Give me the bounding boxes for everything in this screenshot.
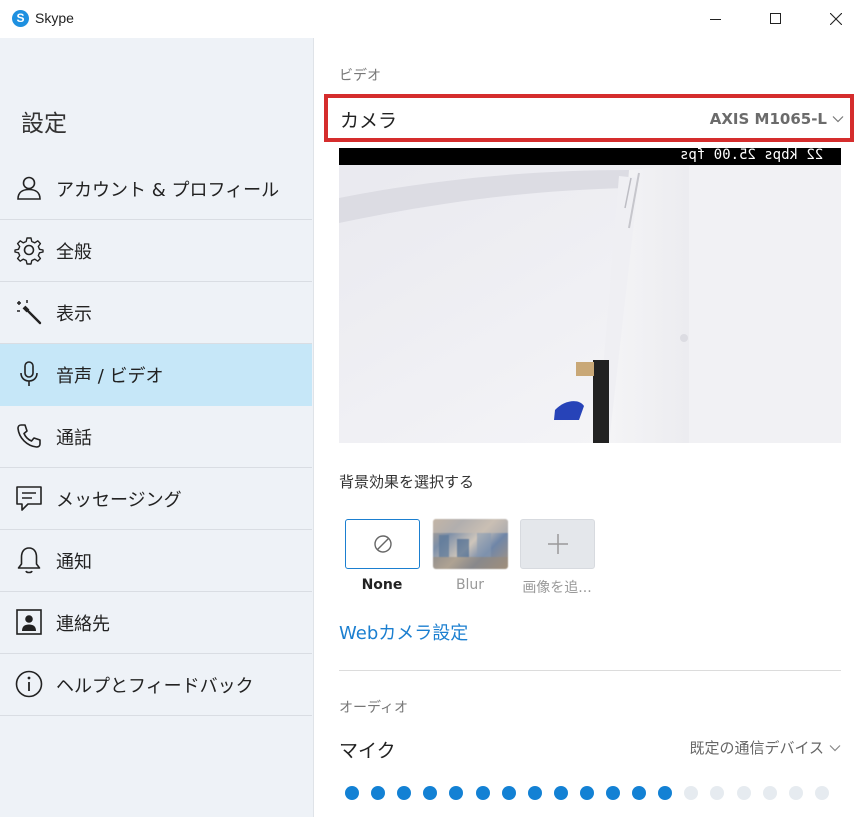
section-divider [339, 670, 841, 671]
nav-item-contacts[interactable]: 連絡先 [0, 592, 312, 654]
maximize-icon [770, 13, 781, 24]
blur-thumbnail [433, 519, 508, 569]
minimize-button[interactable] [686, 0, 746, 38]
microphone-dropdown[interactable]: 既定の通信デバイス [689, 737, 841, 758]
camera-preview: 22 kbps 25.00 fps [339, 148, 841, 443]
close-icon [830, 13, 842, 25]
add-image-caption: 画像を追... [522, 580, 592, 596]
microphone-selector-row: マイク 既定の通信デバイス [339, 732, 841, 762]
nav-item-label: 通話 [56, 427, 92, 449]
nav-item-label: アカウント & プロフィール [56, 179, 280, 201]
mic-level-dot [579, 786, 594, 800]
microphone-icon [20, 361, 38, 386]
mic-level-dot [684, 786, 699, 800]
magic-wand-icon [17, 300, 42, 325]
mic-level-dot [710, 786, 725, 800]
microphone-dropdown-value: 既定の通信デバイス [689, 739, 824, 757]
nav-item-label: 音声 / ビデオ [56, 365, 164, 387]
contact-card-icon [16, 609, 42, 635]
settings-sidebar: 設定 アカウント & プロフィール 全般 表示 音声 / ビデオ 通話 メッセー… [0, 38, 314, 817]
nav-item-label: 表示 [56, 303, 92, 325]
mic-level-dot [632, 786, 647, 800]
mic-level-dot [553, 786, 568, 800]
mic-level-dot [475, 786, 490, 800]
window-title: Skype [35, 10, 74, 26]
minimize-icon [710, 19, 721, 20]
phone-icon [17, 424, 41, 448]
chevron-down-icon [832, 116, 844, 123]
effect-blur-button[interactable] [433, 519, 508, 569]
camera-dropdown[interactable]: AXIS M1065-L [710, 110, 844, 128]
mic-level-dot [527, 786, 542, 800]
bell-icon [17, 547, 41, 574]
gear-icon [14, 237, 44, 265]
close-button[interactable] [806, 0, 866, 38]
add-image-button[interactable] [520, 519, 595, 569]
settings-nav: アカウント & プロフィール 全般 表示 音声 / ビデオ 通話 メッセージング… [0, 158, 312, 716]
settings-main-panel: ビデオ カメラ AXIS M1065-L 22 kbps 25.00 fps 背… [315, 38, 866, 817]
audio-section-label: オーディオ [339, 700, 409, 716]
mic-level-dot [501, 786, 516, 800]
skype-logo-icon: S [12, 10, 29, 27]
message-icon [16, 486, 42, 511]
nav-item-display[interactable]: 表示 [0, 282, 312, 344]
plus-icon [547, 534, 568, 554]
mic-level-dot [788, 786, 803, 800]
prohibited-icon [373, 535, 392, 553]
settings-heading: 設定 [21, 111, 67, 137]
nav-item-general[interactable]: 全般 [0, 220, 312, 282]
nav-item-notifications[interactable]: 通知 [0, 530, 312, 592]
mic-level-dot [397, 786, 412, 800]
mic-level-meter [345, 786, 845, 802]
person-icon [17, 176, 41, 200]
mic-level-dot [606, 786, 620, 800]
camera-dropdown-value: AXIS M1065-L [709, 110, 827, 128]
chevron-down-icon [829, 744, 841, 751]
effect-none-button[interactable] [345, 519, 420, 569]
effect-blur-caption: Blur [455, 577, 485, 593]
nav-item-calls[interactable]: 通話 [0, 406, 312, 468]
mic-level-dot [371, 786, 386, 800]
nav-item-label: 連絡先 [56, 613, 110, 635]
mic-level-dot [423, 786, 438, 800]
nav-item-messaging[interactable]: メッセージング [0, 468, 312, 530]
video-section-label: ビデオ [339, 68, 381, 84]
mic-level-dot [345, 786, 359, 800]
camera-selector-row: カメラ AXIS M1065-L [324, 94, 854, 142]
nav-item-label: メッセージング [56, 489, 182, 511]
webcam-settings-link[interactable]: Webカメラ設定 [339, 619, 468, 645]
mic-level-dot [814, 786, 829, 800]
info-icon [15, 670, 43, 698]
mic-level-dot [736, 786, 751, 800]
mic-level-dot [449, 786, 464, 800]
maximize-button[interactable] [746, 0, 806, 38]
nav-item-label: 通知 [56, 551, 92, 573]
microphone-label: マイク [339, 740, 396, 762]
title-bar: S Skype [0, 0, 866, 38]
background-effects-title: 背景効果を選択する [339, 473, 475, 491]
nav-item-audio-video[interactable]: 音声 / ビデオ [0, 344, 312, 406]
nav-item-label: 全般 [56, 241, 92, 263]
mic-level-dot [658, 786, 673, 800]
camera-feed-image [339, 148, 841, 443]
mic-level-dot [762, 786, 777, 800]
nav-item-account[interactable]: アカウント & プロフィール [0, 158, 312, 220]
nav-item-help[interactable]: ヘルプとフィードバック [0, 654, 312, 716]
preview-status-bar: 22 kbps 25.00 fps [339, 148, 841, 165]
nav-item-label: ヘルプとフィードバック [56, 675, 254, 697]
preview-osd-text: 22 kbps 25.00 fps [679, 148, 823, 163]
camera-label: カメラ [340, 110, 398, 132]
effect-none-caption: None [361, 577, 403, 593]
